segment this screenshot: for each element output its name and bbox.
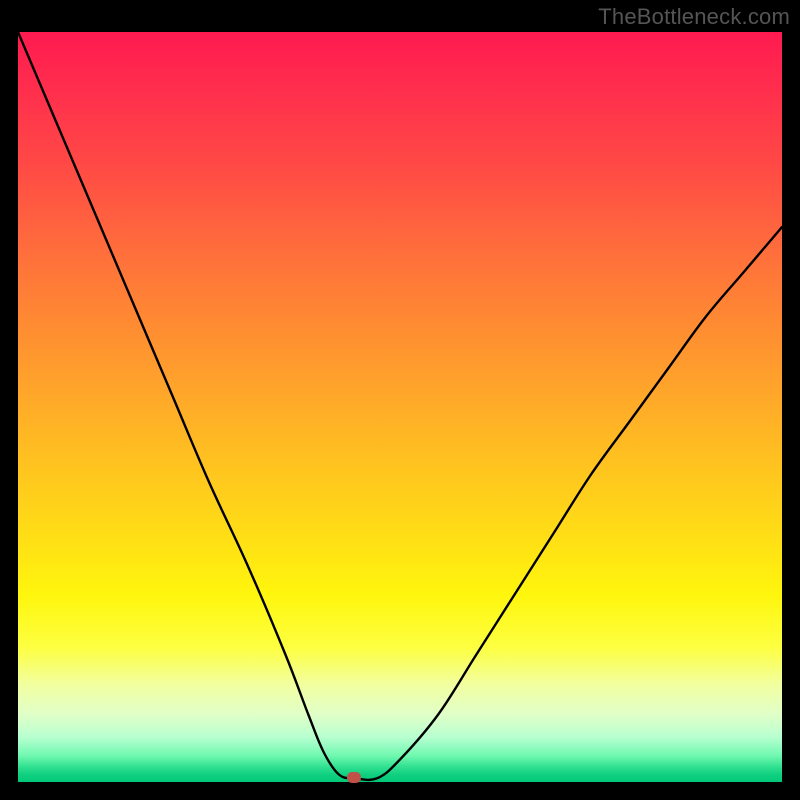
minimum-marker-icon — [347, 772, 361, 783]
watermark-text: TheBottleneck.com — [598, 4, 790, 30]
plot-area — [18, 32, 782, 782]
chart-frame — [18, 32, 782, 782]
bottleneck-curve-svg — [18, 32, 782, 782]
bottleneck-curve-path — [18, 32, 782, 780]
